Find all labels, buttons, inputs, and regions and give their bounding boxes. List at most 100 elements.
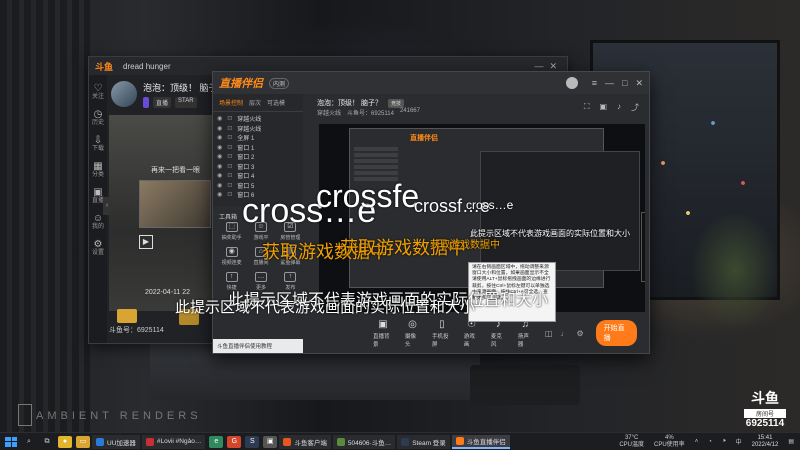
eye-icon[interactable]: ◉	[217, 115, 222, 122]
lock-icon[interactable]: ⊡	[227, 134, 232, 141]
scene-item[interactable]: ◉ ⊡ 全屏 1	[217, 133, 299, 143]
bell-icon[interactable]: ♪	[617, 102, 621, 113]
eye-icon[interactable]: ◉	[217, 125, 222, 132]
scene-item[interactable]: ◉ ⊡ 穿越火线	[217, 124, 299, 134]
steam-icon[interactable]: S	[245, 435, 260, 448]
scene-item[interactable]: ◉ ⊡ 窗口 2	[217, 152, 299, 162]
live-companion-titlebar[interactable]: 直播伴侣 内测 ≡ — □ ✕	[213, 72, 649, 94]
minimize-icon[interactable]: —	[605, 78, 614, 89]
tool-more[interactable]: … 更多	[246, 272, 275, 291]
tool-game[interactable]: ☺ 游戏平	[246, 222, 275, 241]
eye-icon[interactable]: ◉	[217, 182, 222, 189]
scene-item[interactable]: ◉ ⊡ 窗口 4	[217, 171, 299, 181]
lock-icon[interactable]: ⊡	[227, 172, 232, 179]
phone-cast-button[interactable]: ▯ 手机投屏	[432, 319, 452, 348]
record-icon[interactable]: ◫	[545, 329, 553, 338]
mic-icon[interactable]: ♩	[560, 329, 568, 338]
notification-icon[interactable]: ▤	[788, 438, 794, 445]
folder-icon[interactable]: ▭	[76, 435, 90, 448]
search-icon[interactable]: ⌕	[22, 436, 36, 448]
tab-scene-control[interactable]: 场景控制	[219, 98, 243, 107]
tab-title[interactable]: dread hunger	[123, 62, 171, 71]
rail-item-history[interactable]: ◷ 历史	[92, 110, 104, 127]
tray-arrow-icon[interactable]: ˄	[695, 439, 699, 445]
microphone-button[interactable]: ♪ 麦克风	[491, 319, 506, 348]
lock-icon[interactable]: ⊡	[227, 144, 232, 151]
live-companion-window[interactable]: 直播伴侣 内测 ≡ — □ ✕ 场景控制 层次 可选模 ◉ ⊡ 穿越火线 ◉ ⊡ 穿越火…	[212, 71, 650, 354]
rail-item-category[interactable]: ▦ 分类	[92, 162, 104, 179]
live-background-button[interactable]: ▣ 直播背景	[373, 319, 393, 348]
scene-item[interactable]: ◉ ⊡ 窗口 3	[217, 162, 299, 172]
clock[interactable]: 15:41 2022/4/12	[752, 435, 779, 449]
streamer-avatar[interactable]	[111, 81, 137, 107]
taskbar-item[interactable]: 斗鱼客户端	[279, 434, 331, 449]
tool-room[interactable]: ⌂ 直播间	[246, 247, 275, 266]
share-icon[interactable]: ⤴	[631, 102, 639, 113]
taskbar-item[interactable]: UU加速器	[92, 434, 140, 449]
tool-video-link[interactable]: ◉ 视频连麦	[217, 247, 246, 266]
eye-icon[interactable]: ◉	[217, 172, 222, 179]
camera-button[interactable]: ◎ 摄像头	[405, 319, 420, 348]
tab-layers[interactable]: 层次	[249, 98, 261, 107]
stream-category[interactable]: 穿越火线	[317, 108, 341, 117]
rail-item-settings[interactable]: ⚙ 设置	[92, 240, 104, 257]
tool-admin[interactable]: ☑ 房管管理	[276, 222, 305, 241]
avatar[interactable]	[565, 77, 578, 89]
settings-icon[interactable]: ⚙	[576, 329, 583, 338]
network-icon[interactable]: ◔	[708, 439, 712, 445]
speaker-button[interactable]: ♫ 扬声器	[518, 319, 533, 348]
scene-item[interactable]: ◉ ⊡ 窗口 5	[217, 181, 299, 191]
maximize-icon[interactable]: □	[622, 78, 627, 89]
tool-quick[interactable]: ↑ 快捷	[217, 272, 246, 291]
close-icon[interactable]: ✕	[635, 78, 643, 89]
menu-icon[interactable]: ≡	[592, 78, 597, 89]
rail-item-follow[interactable]: ♡ 关注	[92, 84, 104, 101]
stream-title[interactable]: 泡泡：顶级！ 脑子？	[317, 98, 382, 108]
scene-item[interactable]: ◉ ⊡ 穿越火线	[217, 114, 299, 124]
taskbar-item[interactable]: 斗鱼直播伴侣	[451, 434, 510, 449]
gift-icon[interactable]	[117, 309, 137, 323]
eye-icon[interactable]: ◉	[217, 134, 222, 141]
taskbar-item[interactable]: #Lovii #Ngảo…	[141, 434, 206, 449]
eye-icon[interactable]: ◉	[217, 163, 222, 170]
play-icon[interactable]: ▶	[139, 235, 153, 249]
app-icon[interactable]: ▣	[263, 435, 278, 448]
lock-icon[interactable]: ⊡	[227, 163, 232, 170]
eye-icon[interactable]: ◉	[217, 153, 222, 160]
tab-optional[interactable]: 可选模	[267, 98, 285, 107]
windows-start-icon[interactable]	[2, 435, 20, 449]
fullscreen-icon[interactable]: ⛶	[584, 102, 590, 113]
scene-item[interactable]: ◉ ⊡ 窗口 1	[217, 143, 299, 153]
lock-icon[interactable]: ⊡	[227, 125, 232, 132]
ime-icon[interactable]: 中	[736, 437, 742, 446]
start-live-button[interactable]: 开始直播	[595, 320, 638, 346]
scene-item[interactable]: ◉ ⊡ 窗口 6	[217, 190, 299, 200]
lock-icon[interactable]: ⊡	[227, 191, 232, 198]
lock-icon[interactable]: ⊡	[227, 182, 232, 189]
video-thumbnail[interactable]	[139, 180, 211, 228]
taskbar-item[interactable]: Steam 登录	[397, 434, 450, 449]
chrome-icon[interactable]: ●	[58, 435, 72, 448]
rail-item-download[interactable]: ⇩ 下载	[92, 136, 104, 153]
edge-icon[interactable]: e	[209, 435, 224, 448]
button-label: 摄像头	[404, 333, 416, 348]
cpu-usage: 4% CPU使用率	[654, 435, 685, 449]
tool-lottery[interactable]: ⬚ 抽奖助手	[217, 222, 246, 241]
eye-icon[interactable]: ◉	[217, 191, 222, 198]
gift-icon[interactable]	[179, 309, 199, 325]
lock-icon[interactable]: ⊡	[227, 115, 232, 122]
user-area[interactable]	[565, 77, 578, 89]
bottom-right-icons: ◫ ♩ ⚙	[545, 329, 584, 338]
tool-publish[interactable]: ↑ 发布	[276, 272, 305, 291]
screenshot-icon[interactable]: ▣	[599, 102, 607, 113]
game-capture-button[interactable]: ☉ 游戏画	[464, 319, 479, 348]
task-view-icon[interactable]: ⧉	[40, 436, 54, 448]
lock-icon[interactable]: ⊡	[227, 153, 232, 160]
tutorial-link[interactable]: 斗鱼直播伴侣使用教程	[213, 339, 303, 353]
eye-icon[interactable]: ◉	[217, 144, 222, 151]
taskbar-item[interactable]: 504606·斗鱼…	[332, 434, 396, 449]
volume-icon[interactable]: 🕨	[722, 438, 726, 445]
tool-danmaku[interactable]: ▤ 鲨鱼弹幕	[276, 247, 305, 266]
rail-item-mine[interactable]: ☺ 我的	[92, 214, 104, 231]
chrome-icon[interactable]: G	[227, 435, 242, 448]
